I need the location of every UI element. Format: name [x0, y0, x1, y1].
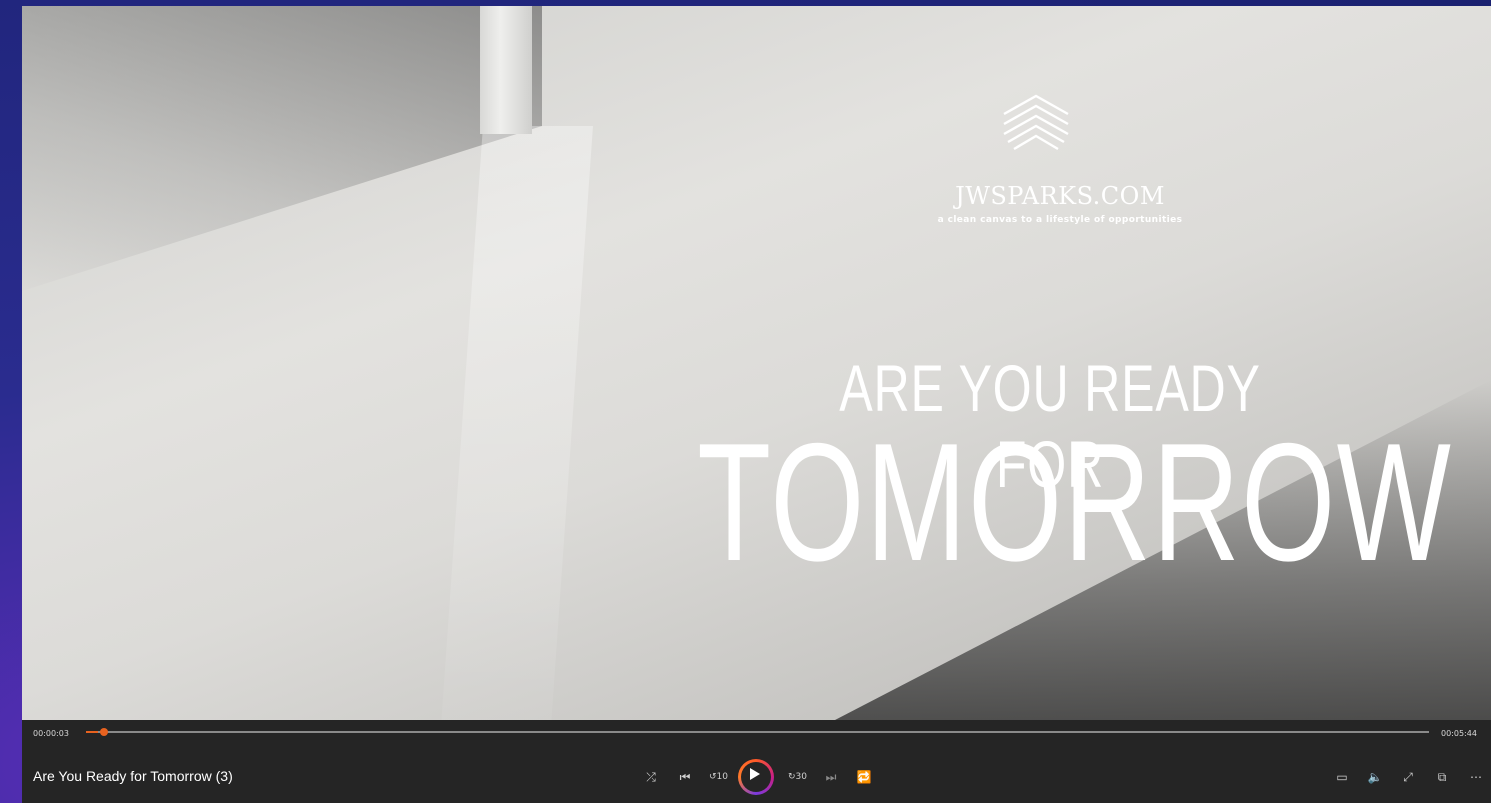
- seek-bar[interactable]: [86, 731, 1429, 733]
- play-icon: [750, 768, 760, 780]
- mini-player-icon[interactable]: ⧉: [1433, 769, 1451, 785]
- headline-line2: TOMORROW: [697, 408, 1453, 596]
- previous-icon[interactable]: ⏮: [676, 769, 694, 785]
- light-beam: [441, 126, 593, 720]
- seek-thumb[interactable]: [100, 728, 108, 736]
- repeat-off-icon[interactable]: 🔁: [855, 769, 873, 785]
- next-icon[interactable]: ⏭: [822, 769, 840, 785]
- elapsed-time: 00:00:03: [33, 729, 69, 738]
- fullscreen-icon[interactable]: ⤢: [1399, 769, 1417, 785]
- play-button[interactable]: [738, 759, 774, 795]
- brand-logo-icon: [1003, 94, 1069, 151]
- skip-forward-label: 30: [795, 772, 807, 782]
- media-title: Are You Ready for Tomorrow (3): [33, 768, 233, 784]
- volume-icon[interactable]: 🔈: [1366, 769, 1384, 785]
- shuffle-icon[interactable]: ⤮: [642, 769, 660, 785]
- light-shadow: [22, 6, 542, 291]
- seek-bar-progress: [86, 731, 98, 733]
- duration-time: 00:05:44: [1441, 729, 1477, 738]
- brand-tagline: a clean canvas to a lifestyle of opportu…: [937, 215, 1183, 225]
- skip-forward-30-icon[interactable]: ↻30: [788, 769, 807, 785]
- skip-back-label: 10: [716, 772, 728, 782]
- pillar: [480, 6, 532, 134]
- brand-name: JWSPARKS.COM: [955, 182, 1165, 210]
- captions-icon[interactable]: ▭: [1333, 769, 1351, 785]
- skip-back-10-icon[interactable]: ↺10: [709, 769, 728, 785]
- more-icon[interactable]: ⋯: [1467, 769, 1485, 785]
